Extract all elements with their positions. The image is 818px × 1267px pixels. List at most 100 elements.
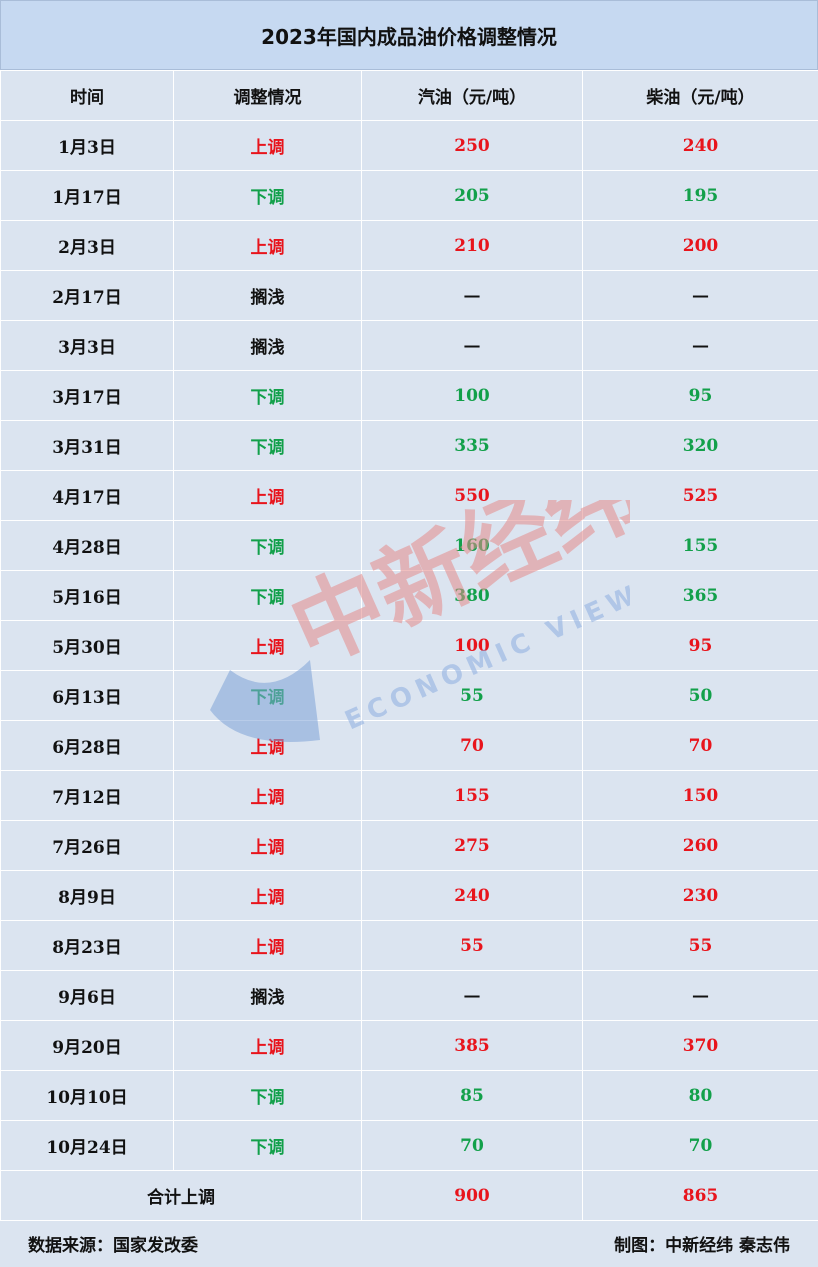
row-gasoline: 85 — [361, 1070, 583, 1121]
row-status: 搁浅 — [173, 270, 362, 321]
table-row: 6月13日 下调 55 50 — [0, 670, 818, 721]
table-row: 2月3日 上调 210 200 — [0, 220, 818, 271]
row-date: 10月10日 — [0, 1070, 174, 1121]
data-source: 数据来源：国家发改委 — [28, 1236, 198, 1256]
row-status: 上调 — [173, 620, 362, 671]
row-status: 搁浅 — [173, 320, 362, 371]
row-gasoline: 155 — [361, 770, 583, 821]
header-gasoline: 汽油（元/吨） — [361, 70, 583, 121]
row-diesel: 365 — [582, 570, 818, 621]
row-gasoline: 205 — [361, 170, 583, 221]
table-row: 6月28日 上调 70 70 — [0, 720, 818, 771]
row-date: 3月3日 — [0, 320, 174, 371]
row-status: 下调 — [173, 1070, 362, 1121]
row-diesel: 50 — [582, 670, 818, 721]
total-row: 合计上调 900 865 — [0, 1170, 818, 1221]
row-status: 下调 — [173, 670, 362, 721]
row-diesel: 55 — [582, 920, 818, 971]
table-row: 10月10日 下调 85 80 — [0, 1070, 818, 1121]
row-status: 下调 — [173, 520, 362, 571]
row-diesel: 260 — [582, 820, 818, 871]
row-date: 10月24日 — [0, 1120, 174, 1171]
row-diesel: 70 — [582, 720, 818, 771]
row-status: 上调 — [173, 120, 362, 171]
header-diesel: 柴油（元/吨） — [582, 70, 818, 121]
table-row: 3月17日 下调 100 95 — [0, 370, 818, 421]
row-gasoline: — — [361, 970, 583, 1021]
table-row: 7月12日 上调 155 150 — [0, 770, 818, 821]
header-status: 调整情况 — [173, 70, 362, 121]
row-gasoline: 160 — [361, 520, 583, 571]
row-date: 1月3日 — [0, 120, 174, 171]
row-date: 5月30日 — [0, 620, 174, 671]
row-gasoline: 335 — [361, 420, 583, 471]
row-status: 上调 — [173, 870, 362, 921]
table-row: 1月17日 下调 205 195 — [0, 170, 818, 221]
row-date: 8月9日 — [0, 870, 174, 921]
row-diesel: 155 — [582, 520, 818, 571]
row-status: 上调 — [173, 720, 362, 771]
row-gasoline: 70 — [361, 720, 583, 771]
row-diesel: 95 — [582, 370, 818, 421]
table-row: 9月20日 上调 385 370 — [0, 1020, 818, 1071]
table-row: 3月3日 搁浅 — — — [0, 320, 818, 371]
table-row: 10月24日 下调 70 70 — [0, 1120, 818, 1171]
header-date: 时间 — [0, 70, 174, 121]
row-date: 4月28日 — [0, 520, 174, 571]
row-diesel: 195 — [582, 170, 818, 221]
row-status: 上调 — [173, 1020, 362, 1071]
row-status: 下调 — [173, 370, 362, 421]
row-status: 搁浅 — [173, 970, 362, 1021]
row-diesel: 95 — [582, 620, 818, 671]
row-status: 上调 — [173, 920, 362, 971]
row-status: 上调 — [173, 470, 362, 521]
header-row: 时间 调整情况 汽油（元/吨） 柴油（元/吨） — [0, 70, 818, 121]
table-row: 5月16日 下调 380 365 — [0, 570, 818, 621]
row-gasoline: 55 — [361, 670, 583, 721]
row-diesel: 370 — [582, 1020, 818, 1071]
row-date: 9月6日 — [0, 970, 174, 1021]
row-status: 上调 — [173, 220, 362, 271]
row-gasoline: — — [361, 270, 583, 321]
table-row: 1月3日 上调 250 240 — [0, 120, 818, 171]
row-diesel: 230 — [582, 870, 818, 921]
row-diesel: 70 — [582, 1120, 818, 1171]
row-gasoline: 100 — [361, 620, 583, 671]
row-gasoline: 275 — [361, 820, 583, 871]
footer: 数据来源：国家发改委 制图：中新经纬 秦志伟 — [0, 1220, 818, 1267]
row-date: 3月17日 — [0, 370, 174, 421]
row-status: 下调 — [173, 170, 362, 221]
row-date: 7月12日 — [0, 770, 174, 821]
row-status: 下调 — [173, 420, 362, 471]
table-row: 9月6日 搁浅 — — — [0, 970, 818, 1021]
table-title: 2023年国内成品油价格调整情况 — [0, 0, 818, 70]
row-diesel: 525 — [582, 470, 818, 521]
row-diesel: 80 — [582, 1070, 818, 1121]
price-adjustment-table: 时间 调整情况 汽油（元/吨） 柴油（元/吨） 1月3日 上调 250 240 1月17… — [0, 70, 818, 1221]
row-gasoline: 55 — [361, 920, 583, 971]
row-status: 上调 — [173, 820, 362, 871]
row-gasoline: 210 — [361, 220, 583, 271]
row-date: 9月20日 — [0, 1020, 174, 1071]
row-diesel: — — [582, 320, 818, 371]
row-date: 6月28日 — [0, 720, 174, 771]
total-diesel: 865 — [582, 1170, 818, 1221]
row-diesel: 240 — [582, 120, 818, 171]
row-date: 3月31日 — [0, 420, 174, 471]
row-date: 7月26日 — [0, 820, 174, 871]
table-row: 2月17日 搁浅 — — — [0, 270, 818, 321]
row-status: 下调 — [173, 570, 362, 621]
row-gasoline: 385 — [361, 1020, 583, 1071]
total-label: 合计上调 — [0, 1170, 362, 1221]
row-diesel: 150 — [582, 770, 818, 821]
row-date: 8月23日 — [0, 920, 174, 971]
table-row: 7月26日 上调 275 260 — [0, 820, 818, 871]
table-row: 4月28日 下调 160 155 — [0, 520, 818, 571]
row-diesel: 200 — [582, 220, 818, 271]
table-body: 1月3日 上调 250 240 1月17日 下调 205 195 2月3日 上调 210 200 2月1… — [0, 120, 818, 1171]
row-diesel: — — [582, 970, 818, 1021]
table-row: 5月30日 上调 100 95 — [0, 620, 818, 671]
row-date: 5月16日 — [0, 570, 174, 621]
table-row: 8月9日 上调 240 230 — [0, 870, 818, 921]
row-diesel: — — [582, 270, 818, 321]
